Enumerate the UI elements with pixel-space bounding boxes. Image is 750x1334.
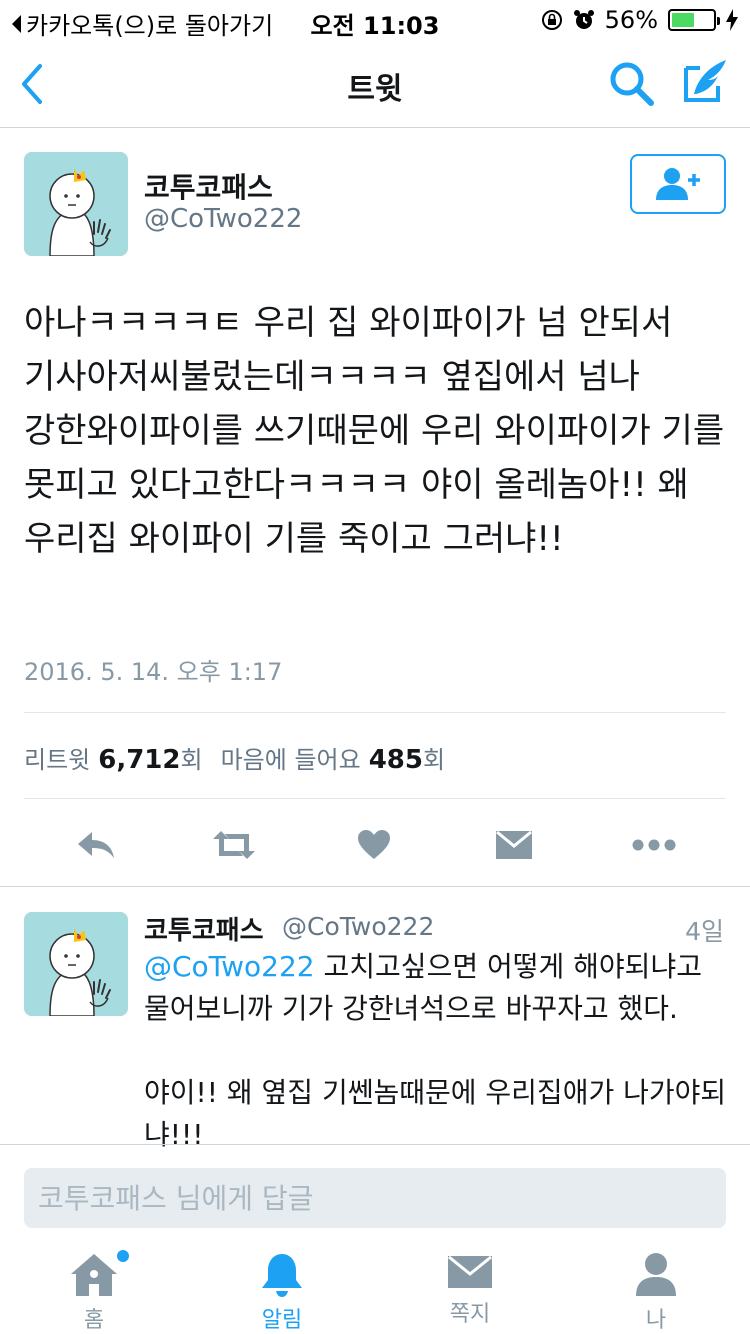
retweet-unit: 회 (180, 746, 203, 774)
reply-input[interactable] (24, 1168, 726, 1228)
divider (0, 1144, 750, 1145)
battery-fill (672, 13, 695, 27)
more-icon (632, 839, 676, 851)
like-button[interactable] (344, 820, 404, 870)
tab-label: 홈 (83, 1308, 105, 1333)
divider (0, 886, 750, 887)
divider (24, 798, 726, 799)
home-icon (71, 1254, 117, 1296)
reply-button[interactable] (66, 820, 126, 870)
avatar-character-image (24, 152, 128, 256)
home-new-dot-badge (117, 1250, 129, 1262)
tab-label: 나 (645, 1308, 667, 1333)
retweet-icon (213, 831, 255, 859)
mention-link[interactable]: @CoTwo222 (144, 950, 315, 983)
person-icon (636, 1253, 676, 1296)
battery-icon (668, 9, 720, 31)
tweet-stats: 리트윗 6,712 회 마음에 들어요 485 회 (24, 740, 445, 775)
retweet-button[interactable] (204, 820, 264, 870)
status-indicators: 56% (541, 6, 738, 34)
tab-label: 쪽지 (449, 1302, 491, 1327)
search-button[interactable] (606, 58, 658, 110)
battery-percent: 56% (604, 6, 658, 34)
add-user-icon (656, 168, 700, 200)
alarm-icon (573, 10, 594, 29)
retweet-label: 리트윗 (24, 746, 91, 774)
avatar-character-image (24, 912, 128, 1016)
compose-tweet-button[interactable] (680, 56, 730, 108)
rotation-lock-icon (541, 10, 562, 30)
status-bar: 카카오톡(으)로 돌아가기 오전 11:03 56% (0, 0, 750, 40)
tab-me[interactable]: 나 (596, 1252, 716, 1334)
bell-icon (262, 1254, 302, 1297)
direct-message-button[interactable] (484, 820, 544, 870)
author-name[interactable]: 코투코패스 (144, 166, 273, 206)
tab-label: 알림 (261, 1308, 303, 1333)
tweet-timestamp[interactable]: 2016. 5. 14. 오후 1:17 (24, 652, 282, 687)
author-handle[interactable]: @CoTwo222 (144, 204, 302, 234)
tab-notifications[interactable]: 알림 (222, 1252, 342, 1334)
heart-icon (358, 830, 390, 859)
retweet-count[interactable]: 6,712 (98, 745, 180, 775)
divider (24, 712, 726, 713)
reply-time: 4일 (685, 917, 724, 946)
reply-author-name[interactable]: 코투코패스 (144, 910, 264, 947)
charging-bolt-icon (726, 9, 738, 31)
tab-bar: 홈 알림 쪽지 나 (0, 1244, 750, 1334)
compose-tweet-icon (684, 60, 726, 102)
like-count[interactable]: 485 (369, 745, 423, 775)
navigation-bar: 트윗 (0, 40, 750, 128)
reply-author-avatar[interactable] (24, 912, 128, 1016)
author-avatar[interactable] (24, 152, 128, 256)
reply-author-handle[interactable]: @CoTwo222 (282, 912, 434, 941)
tab-messages[interactable]: 쪽지 (410, 1252, 530, 1334)
search-icon (610, 62, 654, 106)
tab-home[interactable]: 홈 (34, 1252, 154, 1334)
reply-tweet-text[interactable]: @CoTwo222 고치고싶으면 어떻게 해야되냐고 물어보니까 기가 강한녀석… (144, 946, 734, 1156)
envelope-icon (448, 1255, 492, 1288)
envelope-icon (496, 830, 532, 859)
reply-icon (78, 832, 114, 858)
follow-button[interactable] (630, 154, 726, 214)
reply-box (24, 1168, 726, 1228)
like-unit: 회 (422, 746, 446, 774)
more-options-button[interactable] (624, 820, 684, 870)
tweet-text: 아나ㅋㅋㅋㅋㅌ 우리 집 와이파이가 넘 안되서 기사아저씨불렀는데ㅋㅋㅋㅋ 옆… (24, 303, 735, 559)
like-label: 마음에 들어요 (220, 746, 361, 774)
